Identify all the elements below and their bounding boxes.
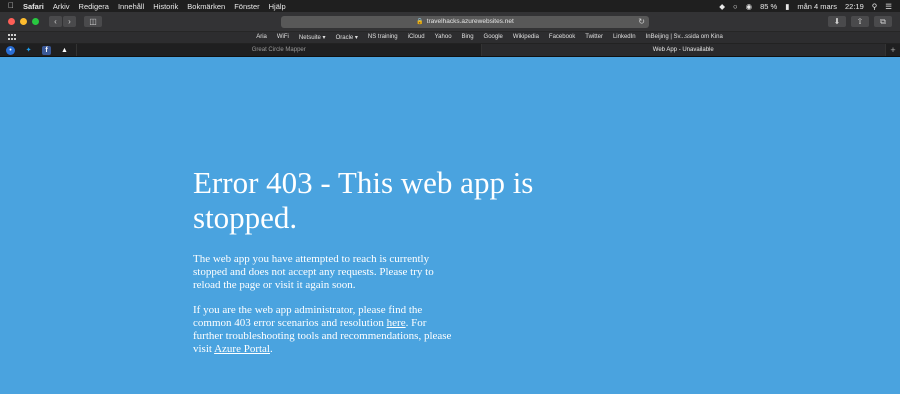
minimize-window-button[interactable] (20, 18, 27, 25)
admin-help-text-part3: . (270, 343, 273, 355)
address-url: travelhacks.azurewebsites.net (426, 18, 514, 25)
favorite-oracle[interactable]: Oracle ▾ (336, 34, 358, 41)
address-bar[interactable]: 🔒 travelhacks.azurewebsites.net ↻ (281, 15, 649, 28)
share-button[interactable]: ⇧ (851, 16, 869, 27)
status-icon[interactable]: ○ (733, 2, 738, 11)
favorite-facebook[interactable]: Facebook (549, 34, 575, 41)
downloads-button[interactable]: ⬇ (828, 16, 846, 27)
admin-help-text: If you are the web app administrator, pl… (193, 304, 453, 356)
menu-time[interactable]: 22:19 (845, 2, 864, 11)
azure-portal-link[interactable]: Azure Portal (214, 343, 270, 355)
favorite-netsuite[interactable]: Netsuite ▾ (299, 34, 326, 41)
favorite-inbeijing[interactable]: InBeijing | Sv...ssida om Kina (646, 34, 723, 41)
battery-icon[interactable]: ▮ (785, 2, 789, 11)
menu-item-arkiv[interactable]: Arkiv (53, 2, 70, 11)
twitter-icon[interactable]: ✦ (24, 46, 33, 55)
back-button[interactable]: ‹ (49, 16, 62, 27)
error-message: Error 403 - This web app is stopped. The… (193, 165, 573, 356)
reload-icon[interactable]: ↻ (638, 16, 645, 28)
window-controls (8, 18, 39, 25)
bird-icon[interactable]: ▲ (60, 46, 69, 55)
favorite-twitter[interactable]: Twitter (585, 34, 603, 41)
menu-item-historik[interactable]: Historik (153, 2, 178, 11)
favorite-wifi[interactable]: WiFi (277, 34, 289, 41)
menu-app-name[interactable]: Safari (23, 2, 44, 11)
favorites-bar: Aria WiFi Netsuite ▾ Oracle ▾ NS trainin… (0, 32, 900, 44)
page-content: Error 403 - This web app is stopped. The… (0, 57, 900, 393)
lock-icon: 🔒 (416, 19, 424, 25)
menu-list-icon[interactable]: ☰ (885, 2, 892, 11)
tab-label: Great Circle Mapper (251, 47, 306, 53)
tab-web-app-unavailable[interactable]: Web App - Unavailable (481, 44, 886, 56)
battery-percent[interactable]: 85 % (760, 2, 777, 11)
wifi-icon[interactable]: ◉ (746, 2, 753, 11)
favorite-linkedin[interactable]: LinkedIn (613, 34, 636, 41)
favorite-icloud[interactable]: iCloud (408, 34, 425, 41)
tab-great-circle-mapper[interactable]: Great Circle Mapper (77, 44, 482, 56)
facebook-icon[interactable]: f (42, 45, 51, 55)
search-icon[interactable]: ⚲ (872, 2, 878, 11)
dropbox-icon[interactable]: ◆ (719, 2, 725, 11)
error-description: The web app you have attempted to reach … (193, 253, 434, 291)
tab-label: Web App - Unavailable (652, 47, 714, 53)
browser-icon[interactable]: • (6, 45, 15, 55)
close-window-button[interactable] (8, 18, 15, 25)
forward-button[interactable]: › (63, 16, 76, 27)
favorite-wikipedia[interactable]: Wikipedia (513, 34, 539, 41)
menu-item-bokmarken[interactable]: Bokmärken (187, 2, 225, 11)
favorite-yahoo[interactable]: Yahoo (435, 34, 452, 41)
favorite-ns-training[interactable]: NS training (368, 34, 398, 41)
here-link[interactable]: here (387, 317, 406, 329)
tabs-overview-button[interactable]: ⧉ (874, 16, 892, 27)
menu-bar:  Safari Arkiv Redigera Innehåll Histori… (0, 0, 900, 12)
browser-toolbar: ‹ › ◫ 🔒 travelhacks.azurewebsites.net ↻ … (0, 12, 900, 32)
apple-icon[interactable]:  (8, 2, 14, 10)
tab-bar: • ✦ f ▲ Great Circle Mapper Web App - Un… (0, 44, 900, 57)
new-tab-button[interactable]: + (886, 45, 900, 55)
favorite-google[interactable]: Google (484, 34, 503, 41)
menu-item-fonster[interactable]: Fönster (234, 2, 259, 11)
menu-date[interactable]: mån 4 mars (797, 2, 837, 11)
sidebar-toggle-button[interactable]: ◫ (84, 16, 102, 27)
menu-item-hjalp[interactable]: Hjälp (269, 2, 286, 11)
error-heading: Error 403 - This web app is stopped. (193, 165, 534, 235)
menu-item-redigera[interactable]: Redigera (79, 2, 109, 11)
favorite-aria[interactable]: Aria (256, 34, 267, 41)
favorite-bing[interactable]: Bing (462, 34, 474, 41)
pinned-tabs: • ✦ f ▲ (0, 44, 77, 56)
zoom-window-button[interactable] (32, 18, 39, 25)
menu-item-innehall[interactable]: Innehåll (118, 2, 144, 11)
top-sites-icon[interactable] (8, 34, 17, 41)
